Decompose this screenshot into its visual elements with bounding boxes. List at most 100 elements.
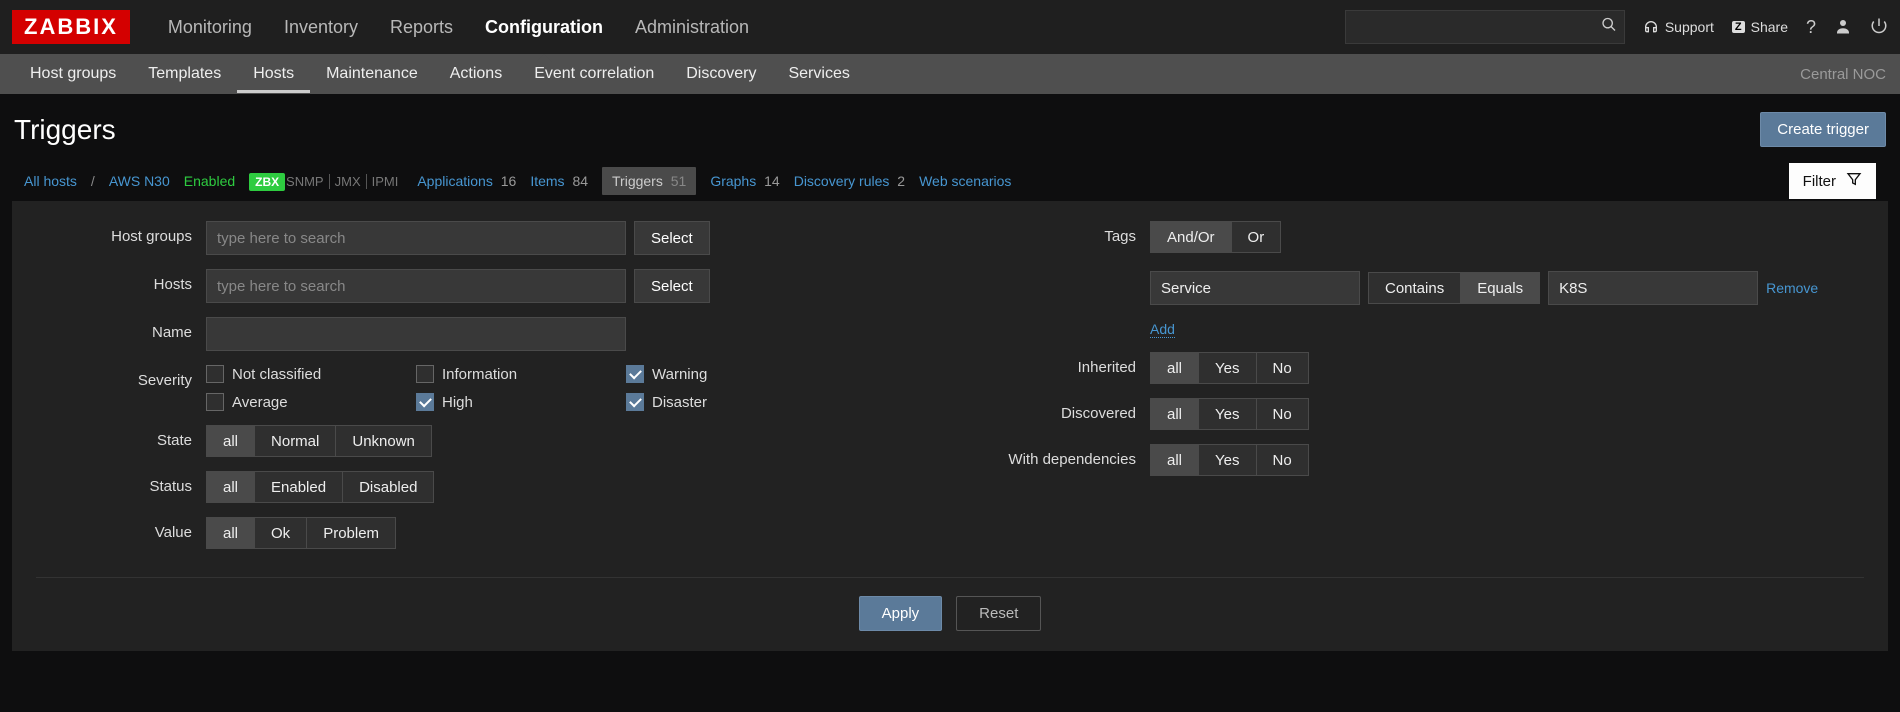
main-menu: Monitoring Inventory Reports Configurati… — [152, 1, 765, 54]
tag-value-input[interactable] — [1548, 271, 1758, 305]
checkbox-icon — [626, 393, 644, 411]
chip-jmx: JMX — [329, 174, 366, 189]
create-trigger-button[interactable]: Create trigger — [1760, 112, 1886, 147]
checkbox-icon — [206, 365, 224, 383]
severity-high-label: High — [442, 394, 473, 411]
menu-configuration[interactable]: Configuration — [469, 1, 619, 54]
menu-monitoring[interactable]: Monitoring — [152, 1, 268, 54]
filter-actions: Apply Reset — [36, 577, 1864, 631]
input-host-groups[interactable] — [206, 221, 626, 255]
value-problem[interactable]: Problem — [307, 517, 396, 549]
severity-warning[interactable]: Warning — [626, 365, 826, 383]
filter-panel: Host groups Select Hosts Select Name — [12, 201, 1888, 651]
subnav-host-groups[interactable]: Host groups — [14, 55, 132, 93]
inherited-yes[interactable]: Yes — [1199, 352, 1256, 384]
severity-information[interactable]: Information — [416, 365, 616, 383]
logout[interactable] — [1870, 17, 1888, 38]
support-link[interactable]: Support — [1643, 19, 1714, 35]
discovered-no[interactable]: No — [1257, 398, 1309, 430]
subnav-services[interactable]: Services — [772, 55, 865, 93]
user-icon — [1834, 17, 1852, 38]
menu-administration[interactable]: Administration — [619, 1, 765, 54]
label-host-groups: Host groups — [36, 221, 206, 245]
menu-reports[interactable]: Reports — [374, 1, 469, 54]
subnav-actions[interactable]: Actions — [434, 55, 518, 93]
severity-high[interactable]: High — [416, 393, 616, 411]
support-label: Support — [1665, 19, 1714, 35]
share-link[interactable]: Z Share — [1732, 19, 1788, 35]
status-segmented: all Enabled Disabled — [206, 471, 434, 503]
page-title: Triggers — [14, 114, 116, 146]
withdeps-no[interactable]: No — [1257, 444, 1309, 476]
discovered-all[interactable]: all — [1150, 398, 1199, 430]
input-name[interactable] — [206, 317, 626, 351]
tag-eval-or[interactable]: Or — [1232, 221, 1282, 253]
search-input[interactable] — [1345, 10, 1625, 44]
discovered-segmented: all Yes No — [1150, 398, 1309, 430]
discovered-yes[interactable]: Yes — [1199, 398, 1256, 430]
value-ok[interactable]: Ok — [255, 517, 307, 549]
tag-add-link[interactable]: Add — [1150, 321, 1175, 338]
brand-logo[interactable]: ZABBIX — [12, 10, 130, 44]
inherited-segmented: all Yes No — [1150, 352, 1309, 384]
tag-op-segmented: Contains Equals — [1368, 272, 1540, 304]
host-enabled-label: Enabled — [184, 173, 235, 189]
power-icon — [1870, 17, 1888, 38]
withdeps-all[interactable]: all — [1150, 444, 1199, 476]
subnav-hosts[interactable]: Hosts — [237, 55, 310, 93]
filter-toggle[interactable]: Filter — [1789, 163, 1876, 199]
menu-inventory[interactable]: Inventory — [268, 1, 374, 54]
tag-eval-segmented: And/Or Or — [1150, 221, 1281, 253]
tag-row: Contains Equals Remove — [1150, 271, 1818, 305]
status-all[interactable]: all — [206, 471, 255, 503]
tag-eval-andor[interactable]: And/Or — [1150, 221, 1232, 253]
breadcrumb-all-hosts[interactable]: All hosts — [24, 173, 77, 189]
input-hosts[interactable] — [206, 269, 626, 303]
severity-warning-label: Warning — [652, 366, 707, 383]
tag-op-contains[interactable]: Contains — [1368, 272, 1461, 304]
severity-information-label: Information — [442, 366, 517, 383]
top-nav: ZABBIX Monitoring Inventory Reports Conf… — [0, 0, 1900, 54]
subnav-discovery[interactable]: Discovery — [670, 55, 772, 93]
tag-op-equals[interactable]: Equals — [1461, 272, 1540, 304]
inherited-no[interactable]: No — [1257, 352, 1309, 384]
tab-discovery-rules-label: Discovery rules — [794, 173, 890, 189]
reset-button[interactable]: Reset — [956, 596, 1041, 631]
checkbox-icon — [416, 365, 434, 383]
severity-not-classified[interactable]: Not classified — [206, 365, 406, 383]
help-icon: ? — [1806, 17, 1816, 38]
user-profile[interactable] — [1834, 17, 1852, 38]
status-enabled[interactable]: Enabled — [255, 471, 343, 503]
state-segmented: all Normal Unknown — [206, 425, 432, 457]
tag-name-input[interactable] — [1150, 271, 1360, 305]
state-unknown[interactable]: Unknown — [336, 425, 432, 457]
withdeps-yes[interactable]: Yes — [1199, 444, 1256, 476]
tab-triggers[interactable]: Triggers 51 — [602, 167, 696, 195]
status-disabled[interactable]: Disabled — [343, 471, 434, 503]
apply-button[interactable]: Apply — [859, 596, 943, 631]
breadcrumb-host[interactable]: AWS N30 — [109, 173, 170, 189]
select-hosts-button[interactable]: Select — [634, 269, 710, 303]
subnav-maintenance[interactable]: Maintenance — [310, 55, 434, 93]
label-status: Status — [36, 471, 206, 495]
severity-average[interactable]: Average — [206, 393, 406, 411]
tab-discovery-rules[interactable]: Discovery rules 2 — [794, 173, 905, 189]
label-value: Value — [36, 517, 206, 541]
tag-remove-link[interactable]: Remove — [1766, 280, 1818, 296]
inherited-all[interactable]: all — [1150, 352, 1199, 384]
subnav-templates[interactable]: Templates — [132, 55, 237, 93]
chip-snmp: SNMP — [281, 174, 329, 189]
tab-triggers-label: Triggers — [612, 173, 663, 189]
tab-applications[interactable]: Applications 16 — [417, 173, 516, 189]
tab-items[interactable]: Items 84 — [530, 173, 588, 189]
tab-graphs-label: Graphs — [710, 173, 756, 189]
value-all[interactable]: all — [206, 517, 255, 549]
state-normal[interactable]: Normal — [255, 425, 336, 457]
tab-graphs[interactable]: Graphs 14 — [710, 173, 779, 189]
help-link[interactable]: ? — [1806, 17, 1816, 38]
select-host-groups-button[interactable]: Select — [634, 221, 710, 255]
severity-disaster[interactable]: Disaster — [626, 393, 826, 411]
tab-web-scenarios[interactable]: Web scenarios — [919, 173, 1011, 189]
state-all[interactable]: all — [206, 425, 255, 457]
tab-triggers-count: 51 — [671, 173, 687, 189]
